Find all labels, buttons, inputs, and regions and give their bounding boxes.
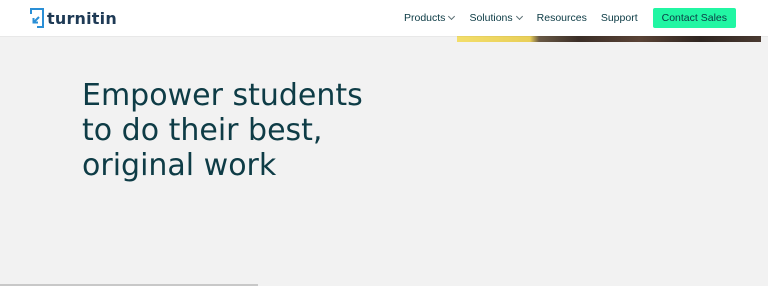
main-menu: Products Solutions Resources Support Con… (404, 0, 768, 36)
brand-name: turnitin (47, 8, 117, 28)
headline-line-1: Empower students (82, 78, 363, 113)
turnitin-logo[interactable]: turnitin (30, 7, 117, 29)
chevron-down-icon (515, 12, 523, 21)
nav-item-label: Support (600, 12, 638, 24)
nav-item-products[interactable]: Products (404, 12, 456, 24)
contact-sales-button[interactable]: Contact Sales (652, 8, 736, 28)
turnitin-logo-icon (30, 8, 44, 28)
headline-line-3: original work (82, 148, 277, 183)
chevron-down-icon (448, 12, 456, 21)
hero-image (457, 36, 761, 42)
nav-item-label: Products (404, 12, 446, 24)
headline-line-2: to do their best, (82, 113, 323, 148)
nav-item-support[interactable]: Support (601, 12, 638, 24)
nav-item-label: Solutions (469, 12, 513, 24)
hero-headline: Empower students to do their best, origi… (82, 78, 402, 183)
nav-item-label: Resources (536, 12, 587, 24)
nav-item-resources[interactable]: Resources (537, 12, 587, 24)
top-navigation: turnitin Products Solutions Resources Su… (0, 0, 768, 36)
nav-item-solutions[interactable]: Solutions (469, 12, 523, 24)
